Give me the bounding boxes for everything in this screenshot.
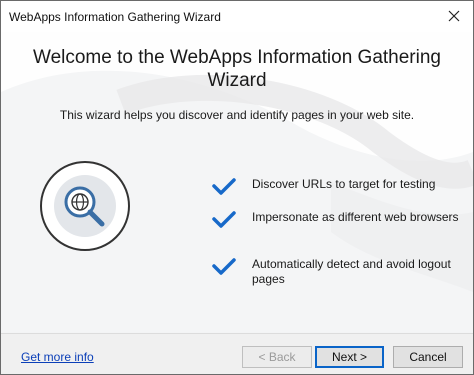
back-button[interactable]: < Back <box>242 346 312 368</box>
checkmark-icon <box>212 211 236 228</box>
globe-magnifier-icon <box>40 161 130 251</box>
headline-line-1: Welcome to the WebApps Information Gathe… <box>32 47 441 68</box>
get-more-info-link[interactable]: Get more info <box>21 350 94 364</box>
close-icon <box>448 10 460 22</box>
cancel-button[interactable]: Cancel <box>393 346 463 368</box>
feature-text: Discover URLs to target for testing <box>252 177 436 191</box>
feature-item: Discover URLs to target for testing <box>211 177 462 195</box>
feature-text: Impersonate as different web browsers <box>252 210 459 224</box>
feature-text: Automatically detect and avoid logout pa… <box>252 257 451 286</box>
headline-line-2: Wizard <box>207 70 267 91</box>
feature-item: Automatically detect and avoid logout pa… <box>211 257 462 287</box>
wizard-subtitle: This wizard helps you discover and ident… <box>59 108 415 122</box>
wizard-headline: Welcome to the WebApps Information Gathe… <box>11 46 463 92</box>
wizard-content: Welcome to the WebApps Information Gathe… <box>1 32 473 333</box>
next-button[interactable]: Next > <box>315 346 384 368</box>
window-title: WebApps Information Gathering Wizard <box>9 10 221 24</box>
checkmark-icon <box>212 178 236 195</box>
close-button[interactable] <box>445 7 463 25</box>
title-bar: WebApps Information Gathering Wizard <box>1 1 473 32</box>
checkmark-icon <box>212 258 236 275</box>
wizard-window: WebApps Information Gathering Wizard Wel… <box>0 0 474 375</box>
wizard-footer: Get more info < Back Next > Cancel <box>1 333 473 374</box>
feature-item: Impersonate as different web browsers <box>211 210 462 228</box>
